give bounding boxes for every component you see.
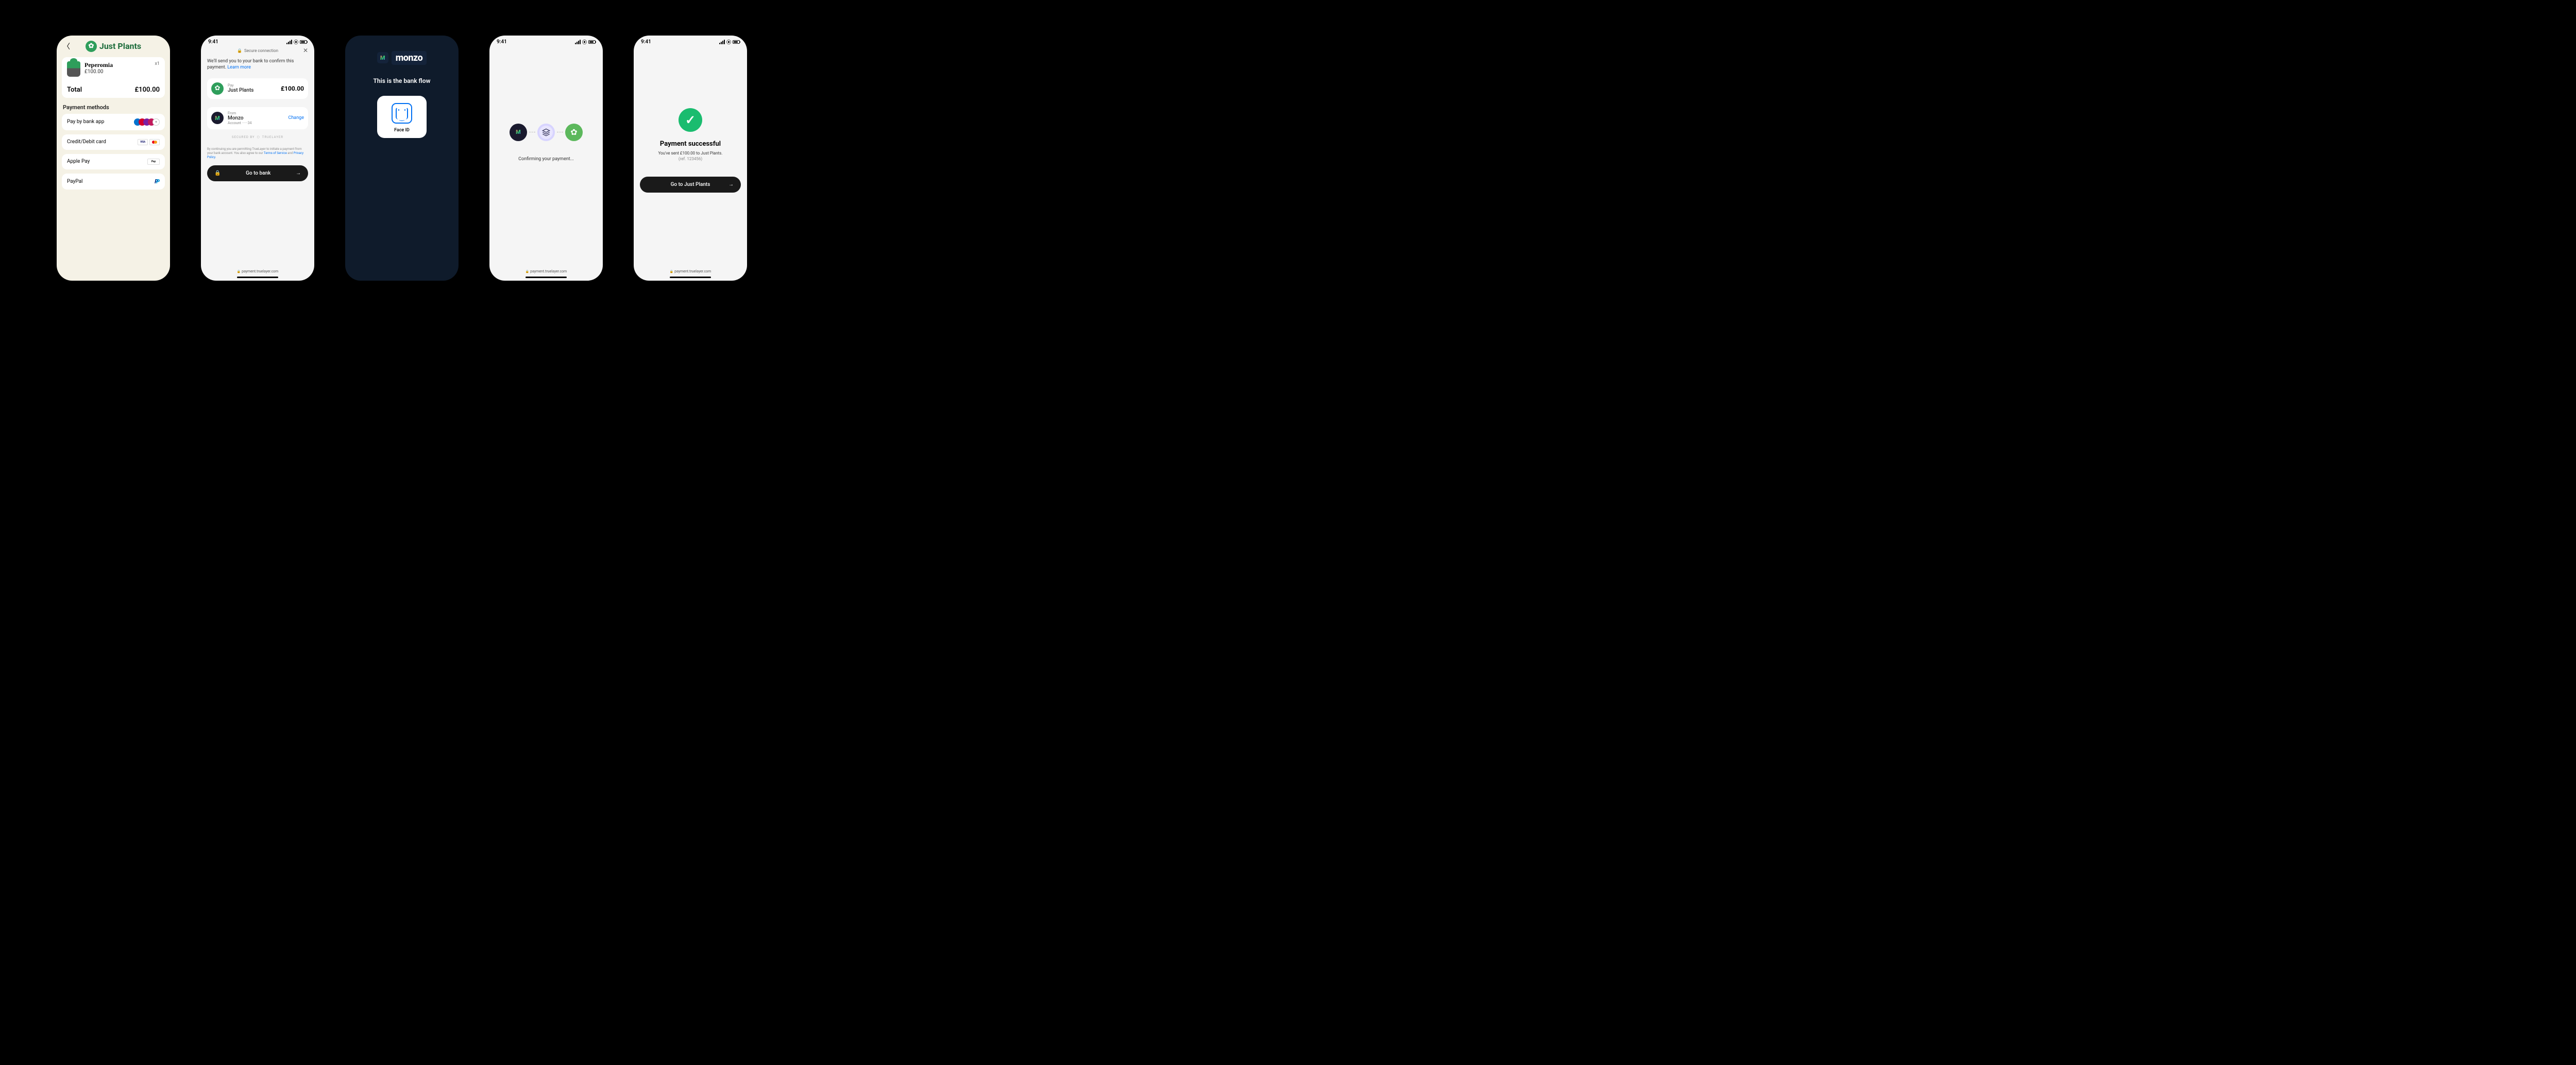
- status-time: 9:41: [208, 39, 218, 45]
- status-time: 9:41: [497, 39, 507, 45]
- success-check-icon: ✓: [679, 108, 702, 132]
- method-bank-app[interactable]: Pay by bank app +: [62, 114, 165, 130]
- visa-icon: VISA: [138, 139, 148, 145]
- confirming-message: Confirming your payment...: [489, 157, 603, 162]
- wifi-icon: ⦿: [726, 39, 731, 45]
- success-title: Payment successful: [634, 140, 747, 148]
- url-bar: payment.truelayer.com: [634, 269, 747, 273]
- bank-node-icon: M: [510, 124, 527, 141]
- product-qty: x1: [155, 61, 160, 66]
- faceid-prompt[interactable]: Face ID: [377, 96, 427, 138]
- signal-icon: [286, 40, 292, 44]
- secure-header: 🔒 Secure connection ✕: [201, 46, 314, 55]
- method-label: PayPal: [67, 179, 82, 184]
- confirming-screen: 9:41 ⦿ M ✿ Confirming your payment... pa…: [489, 36, 603, 281]
- url-bar: payment.truelayer.com: [201, 269, 314, 273]
- success-subtitle: You've sent £100.00 to Just Plants.: [634, 151, 747, 156]
- from-label: From: [228, 111, 284, 115]
- legal-text: By continuing you are permitting TrueLay…: [201, 139, 314, 163]
- status-bar: 9:41 ⦿: [634, 36, 747, 46]
- product-price: £100.00: [84, 69, 113, 75]
- from-block: M From Monzo Account ······34 Change: [207, 107, 308, 129]
- from-account: Account ······34: [228, 121, 284, 125]
- change-bank-link[interactable]: Change: [288, 115, 304, 121]
- signal-icon: [719, 40, 725, 44]
- mastercard-icon: [149, 139, 160, 145]
- stack-icon: [542, 128, 550, 136]
- faceid-icon: [392, 103, 412, 124]
- method-label: Apple Pay: [67, 159, 90, 164]
- total-label: Total: [67, 86, 82, 94]
- checkout-screen: 〈 ✿ Just Plants Peperomia £100.00 x1 Tot…: [57, 36, 170, 281]
- secure-label: Secure connection: [244, 48, 278, 53]
- product-image: [67, 61, 80, 77]
- method-label: Credit/Debit card: [67, 139, 106, 145]
- pay-amount: £100.00: [281, 85, 304, 92]
- order-summary-card: Peperomia £100.00 x1 Total £100.00: [62, 57, 165, 98]
- method-apple-pay[interactable]: Apple Pay Pay: [62, 154, 165, 169]
- brand-name: Just Plants: [99, 41, 141, 51]
- button-label: Go to Just Plants: [652, 182, 728, 187]
- home-indicator[interactable]: [670, 277, 711, 278]
- arrow-right-icon: →: [296, 170, 301, 176]
- pay-label: Pay: [228, 83, 277, 88]
- card-logos: VISA: [138, 139, 160, 145]
- bank-icon: M: [211, 112, 224, 124]
- back-button[interactable]: 〈: [63, 41, 70, 51]
- status-bar: 9:41 ⦿: [201, 36, 314, 46]
- bank-icon-more: +: [152, 118, 160, 126]
- bank-flow-message: This is the bank flow: [345, 77, 459, 84]
- faceid-label: Face ID: [381, 128, 422, 133]
- merchant-node-icon: ✿: [565, 124, 583, 141]
- method-paypal[interactable]: PayPal PP: [62, 174, 165, 190]
- merchant-icon: ✿: [211, 82, 224, 95]
- from-bank: Monzo: [228, 115, 284, 121]
- wifi-icon: ⦿: [294, 39, 298, 45]
- terms-link[interactable]: Terms of Service: [264, 151, 287, 155]
- success-screen: 9:41 ⦿ ✓ Payment successful You've sent …: [634, 36, 747, 281]
- monzo-logo-icon: M: [377, 52, 388, 63]
- secured-by: SECURED BY ⬡ TRUELAYER: [201, 135, 314, 139]
- truelayer-logo-icon: ⬡: [257, 135, 260, 139]
- button-label: Go to bank: [221, 170, 296, 176]
- home-indicator[interactable]: [526, 277, 567, 278]
- lock-icon: 🔒: [237, 48, 242, 53]
- status-bar: 9:41 ⦿: [489, 36, 603, 46]
- payment-methods-title: Payment methods: [57, 101, 170, 112]
- header: 〈 ✿ Just Plants: [57, 36, 170, 54]
- product-name: Peperomia: [84, 61, 113, 69]
- paypal-icon: PP: [155, 178, 160, 185]
- status-time: 9:41: [641, 39, 651, 45]
- signal-icon: [575, 40, 581, 44]
- url-bar: payment.truelayer.com: [489, 269, 603, 273]
- method-card[interactable]: Credit/Debit card VISA: [62, 134, 165, 150]
- apple-pay-icon: Pay: [147, 159, 160, 165]
- home-indicator[interactable]: [237, 277, 278, 278]
- pay-block: ✿ Pay Just Plants £100.00: [207, 78, 308, 99]
- bank-brand: M monzo: [345, 51, 459, 65]
- battery-icon: [300, 40, 307, 44]
- go-to-bank-button[interactable]: 🔒 Go to bank →: [207, 165, 308, 181]
- progress-flow: M ✿: [489, 124, 603, 141]
- success-reference: (ref. 123456): [634, 157, 747, 161]
- truelayer-consent-screen: 9:41 ⦿ 🔒 Secure connection ✕ We'll send …: [201, 36, 314, 281]
- arrow-right-icon: →: [728, 182, 734, 187]
- close-button[interactable]: ✕: [303, 47, 308, 54]
- learn-more-link[interactable]: Learn more: [227, 65, 251, 70]
- battery-icon: [588, 40, 596, 44]
- total-amount: £100.00: [134, 86, 160, 94]
- method-label: Pay by bank app: [67, 119, 104, 125]
- lock-icon: 🔒: [214, 170, 221, 176]
- bank-auth-screen: M monzo This is the bank flow Face ID: [345, 36, 459, 281]
- pay-merchant: Just Plants: [228, 88, 277, 93]
- processor-node-icon: [537, 124, 555, 141]
- leaf-icon: ✿: [86, 41, 97, 52]
- bank-name: monzo: [392, 51, 427, 65]
- battery-icon: [733, 40, 740, 44]
- return-to-merchant-button[interactable]: Go to Just Plants →: [640, 177, 741, 193]
- wifi-icon: ⦿: [582, 39, 587, 45]
- bank-logo-stack: +: [134, 118, 160, 126]
- brand-logo: ✿ Just Plants: [86, 41, 141, 52]
